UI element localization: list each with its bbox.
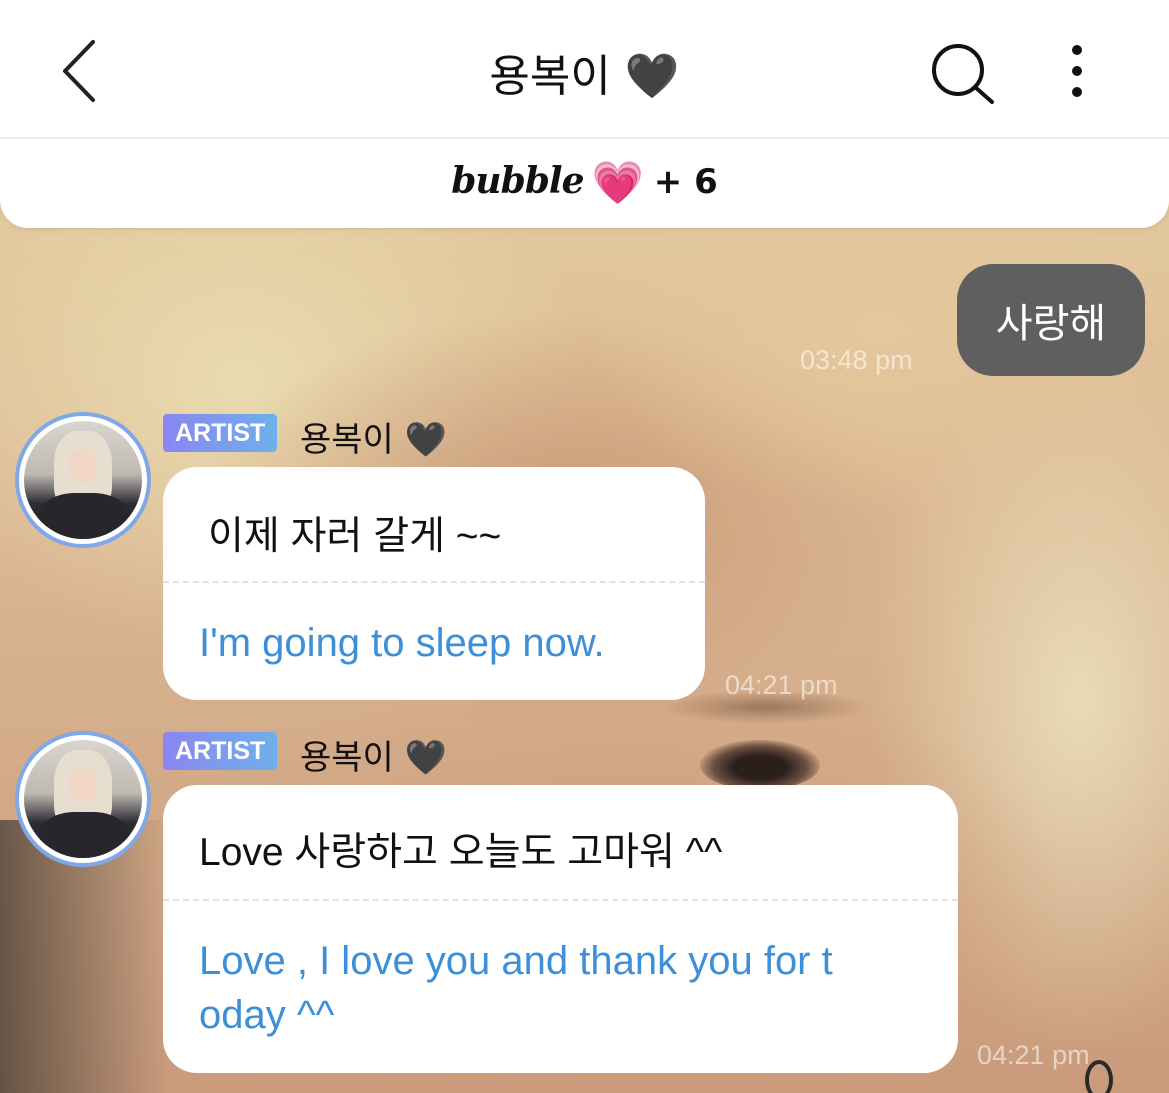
search-button[interactable] bbox=[930, 42, 996, 106]
avatar-face bbox=[68, 768, 98, 802]
avatar[interactable] bbox=[15, 412, 151, 548]
sender-name: 용복이 🖤 bbox=[300, 738, 447, 778]
artist-badge: ARTIST bbox=[163, 732, 278, 770]
heart-icon: 💗 bbox=[591, 158, 644, 207]
message-time: 03:48 pm bbox=[800, 345, 913, 375]
avatar-body bbox=[38, 812, 130, 858]
message-translation-text: I'm going to sleep now. bbox=[199, 621, 605, 665]
sender-name: 용복이 🖤 bbox=[300, 420, 447, 460]
translation-divider bbox=[163, 899, 958, 901]
subscription-bar[interactable]: bubble 💗 + 6 bbox=[0, 158, 1169, 208]
more-vertical-icon bbox=[1072, 45, 1082, 97]
chat-header: 용복이 🖤 bubble 💗 + 6 bbox=[0, 0, 1169, 228]
search-icon bbox=[932, 44, 994, 104]
message-translation-line: Love , I love you and thank you for t bbox=[199, 939, 833, 983]
bubble-logo: bubble bbox=[451, 160, 584, 202]
translation-divider bbox=[163, 581, 705, 583]
avatar-body bbox=[38, 493, 130, 539]
artist-message-bubble[interactable]: 이제 자러 갈게 ~~ I'm going to sleep now. bbox=[163, 467, 705, 700]
artist-badge: ARTIST bbox=[163, 414, 278, 452]
subscription-count: + 6 bbox=[653, 162, 718, 202]
my-message-bubble[interactable]: 사랑해 bbox=[957, 264, 1145, 376]
message-translation-line: oday ^^ bbox=[199, 993, 335, 1037]
header-divider bbox=[0, 137, 1169, 139]
avatar-image bbox=[24, 740, 142, 858]
avatar[interactable] bbox=[15, 731, 151, 867]
more-options-button[interactable] bbox=[1060, 40, 1094, 102]
artist-message-bubble[interactable]: Love 사랑하고 오늘도 고마워 ^^ Love , I love you a… bbox=[163, 785, 958, 1073]
avatar-face bbox=[68, 449, 98, 483]
message-original-text: Love 사랑하고 오늘도 고마워 ^^ bbox=[199, 831, 723, 874]
message-time: 04:21 pm bbox=[725, 670, 838, 700]
avatar-image bbox=[24, 421, 142, 539]
background-eye bbox=[700, 740, 820, 790]
message-original-text: 이제 자러 갈게 ~~ bbox=[208, 515, 502, 558]
message-time: 04:21 pm bbox=[977, 1040, 1090, 1070]
